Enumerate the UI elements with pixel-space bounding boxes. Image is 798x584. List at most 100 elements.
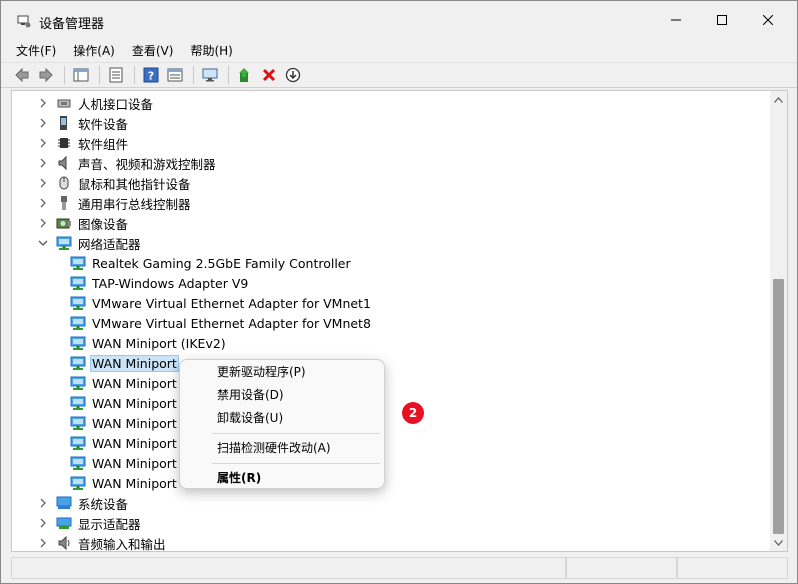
tree-item-label: WAN Miniport [90, 354, 179, 372]
scrollbar-thumb[interactable] [773, 279, 784, 534]
tree-category[interactable]: 通用串行总线控制器 [12, 193, 770, 213]
tree-device[interactable]: WAN Miniport [12, 473, 770, 493]
tree-device[interactable]: WAN Miniport [12, 373, 770, 393]
download-icon[interactable] [282, 64, 304, 86]
window-title: 设备管理器 [39, 17, 105, 32]
title-bar[interactable]: 设备管理器 [1, 1, 797, 39]
tree-item-label: WAN Miniport [92, 415, 177, 431]
properties-icon[interactable] [105, 64, 127, 86]
tree-item-label: 鼠标和其他指针设备 [78, 176, 191, 192]
camera-icon [56, 215, 72, 231]
show-hide-tree-icon[interactable] [70, 64, 92, 86]
tree-item-label: WAN Miniport (IKEv2) [92, 335, 226, 351]
tree-category[interactable]: 系统设备 [12, 493, 770, 513]
scroll-up-icon[interactable] [770, 91, 787, 108]
tree-category[interactable]: 人机接口设备 [12, 93, 770, 113]
details-icon[interactable] [164, 64, 186, 86]
tree-category[interactable]: 鼠标和其他指针设备 [12, 173, 770, 193]
device-manager-app-icon [17, 14, 31, 28]
network-icon [70, 395, 86, 411]
context-menu: 更新驱动程序(P) 禁用设备(D) 卸载设备(U) 扫描检测硬件改动(A) 属性(R) [179, 359, 385, 489]
scroll-down-icon[interactable] [770, 534, 787, 551]
device-manager-window: 设备管理器 文件(F) 操作(A) 查看(V) 帮助(H) ? 人机接口设备 软… [0, 0, 798, 584]
status-segment [566, 557, 677, 579]
chevron-right-icon[interactable] [36, 113, 50, 133]
tree-item-label: 软件设备 [78, 116, 129, 132]
chevron-right-icon[interactable] [36, 173, 50, 193]
tree-category[interactable]: 音频输入和输出 [12, 533, 770, 551]
chevron-right-icon[interactable] [36, 493, 50, 513]
network-icon [70, 335, 86, 351]
tree-category[interactable]: 图像设备 [12, 213, 770, 233]
minimize-button[interactable] [653, 1, 699, 39]
menu-separator [212, 463, 380, 464]
monitor-icon[interactable] [199, 64, 221, 86]
back-arrow-icon[interactable] [11, 64, 33, 86]
menu-view[interactable]: 查看(V) [130, 41, 176, 60]
tree-device[interactable]: VMware Virtual Ethernet Adapter for VMne… [12, 293, 770, 313]
context-menu-item[interactable]: 扫描检测硬件改动(A) [180, 437, 384, 460]
context-menu-item[interactable]: 属性(R) [180, 467, 384, 490]
tree-item-label: 图像设备 [78, 216, 129, 232]
chevron-right-icon[interactable] [36, 153, 50, 173]
network-icon [70, 415, 86, 431]
vertical-scrollbar[interactable] [770, 91, 787, 551]
menu-help[interactable]: 帮助(H) [188, 41, 234, 60]
tree-device[interactable]: VMware Virtual Ethernet Adapter for VMne… [12, 313, 770, 333]
tree-item-label: 显示适配器 [78, 516, 141, 532]
close-button[interactable] [745, 1, 791, 39]
tree-category[interactable]: 软件组件 [12, 133, 770, 153]
tree-device[interactable]: WAN Miniport [12, 413, 770, 433]
toolbar-separator [228, 66, 229, 84]
tree-item-label: WAN Miniport [92, 455, 177, 471]
network-icon [70, 255, 86, 271]
tree-category[interactable]: 显示适配器 [12, 513, 770, 533]
network-icon [70, 275, 86, 291]
network-icon [70, 435, 86, 451]
chevron-down-icon[interactable] [36, 233, 50, 253]
tree-device[interactable]: WAN Miniport [12, 353, 770, 373]
tree-device[interactable]: WAN Miniport [12, 453, 770, 473]
maximize-button[interactable] [699, 1, 745, 39]
toolbar-separator [134, 66, 135, 84]
network-icon [56, 235, 72, 251]
update-driver-icon[interactable] [234, 64, 256, 86]
uninstall-icon[interactable] [258, 64, 280, 86]
tree-category-network-adapters[interactable]: 网络适配器 [12, 233, 770, 253]
tree-device[interactable]: WAN Miniport [12, 393, 770, 413]
device-tree-panel[interactable]: 人机接口设备软件设备软件组件 声音、视频和游戏控制器鼠标和其他指针设备 通用串行总线… [11, 90, 788, 552]
tree-device[interactable]: WAN Miniport [12, 433, 770, 453]
menu-action[interactable]: 操作(A) [71, 41, 117, 60]
tree-item-label: 软件组件 [78, 136, 129, 152]
context-menu-item[interactable]: 更新驱动程序(P) [180, 361, 384, 384]
status-bar [11, 557, 788, 581]
tree-item-label: TAP-Windows Adapter V9 [92, 275, 249, 291]
chevron-right-icon[interactable] [36, 533, 50, 551]
tree-item-label: Realtek Gaming 2.5GbE Family Controller [92, 255, 351, 271]
tree-item-label: VMware Virtual Ethernet Adapter for VMne… [92, 315, 371, 331]
network-icon [70, 315, 86, 331]
toolbar-separator [64, 66, 65, 84]
chevron-right-icon[interactable] [36, 213, 50, 233]
tree-device[interactable]: Realtek Gaming 2.5GbE Family Controller [12, 253, 770, 273]
chevron-right-icon[interactable] [36, 193, 50, 213]
network-icon [70, 375, 86, 391]
tree-item-label: 网络适配器 [78, 236, 141, 252]
chevron-right-icon[interactable] [36, 93, 50, 113]
network-icon [70, 295, 86, 311]
tree-device[interactable]: TAP-Windows Adapter V9 [12, 273, 770, 293]
menu-file[interactable]: 文件(F) [14, 41, 58, 60]
network-icon [70, 355, 86, 371]
tree-item-label: WAN Miniport [92, 475, 177, 491]
chevron-right-icon[interactable] [36, 133, 50, 153]
chevron-right-icon[interactable] [36, 513, 50, 533]
help-icon[interactable]: ? [140, 64, 162, 86]
forward-arrow-icon[interactable] [35, 64, 57, 86]
context-menu-item[interactable]: 卸载设备(U) [180, 407, 384, 430]
tree-category[interactable]: 软件设备 [12, 113, 770, 133]
tree-category[interactable]: 声音、视频和游戏控制器 [12, 153, 770, 173]
usb-icon [56, 195, 72, 211]
context-menu-item[interactable]: 禁用设备(D) [180, 384, 384, 407]
device-tree: 人机接口设备软件设备软件组件 声音、视频和游戏控制器鼠标和其他指针设备 通用串行总线… [12, 93, 770, 551]
tree-device[interactable]: WAN Miniport (IKEv2) [12, 333, 770, 353]
